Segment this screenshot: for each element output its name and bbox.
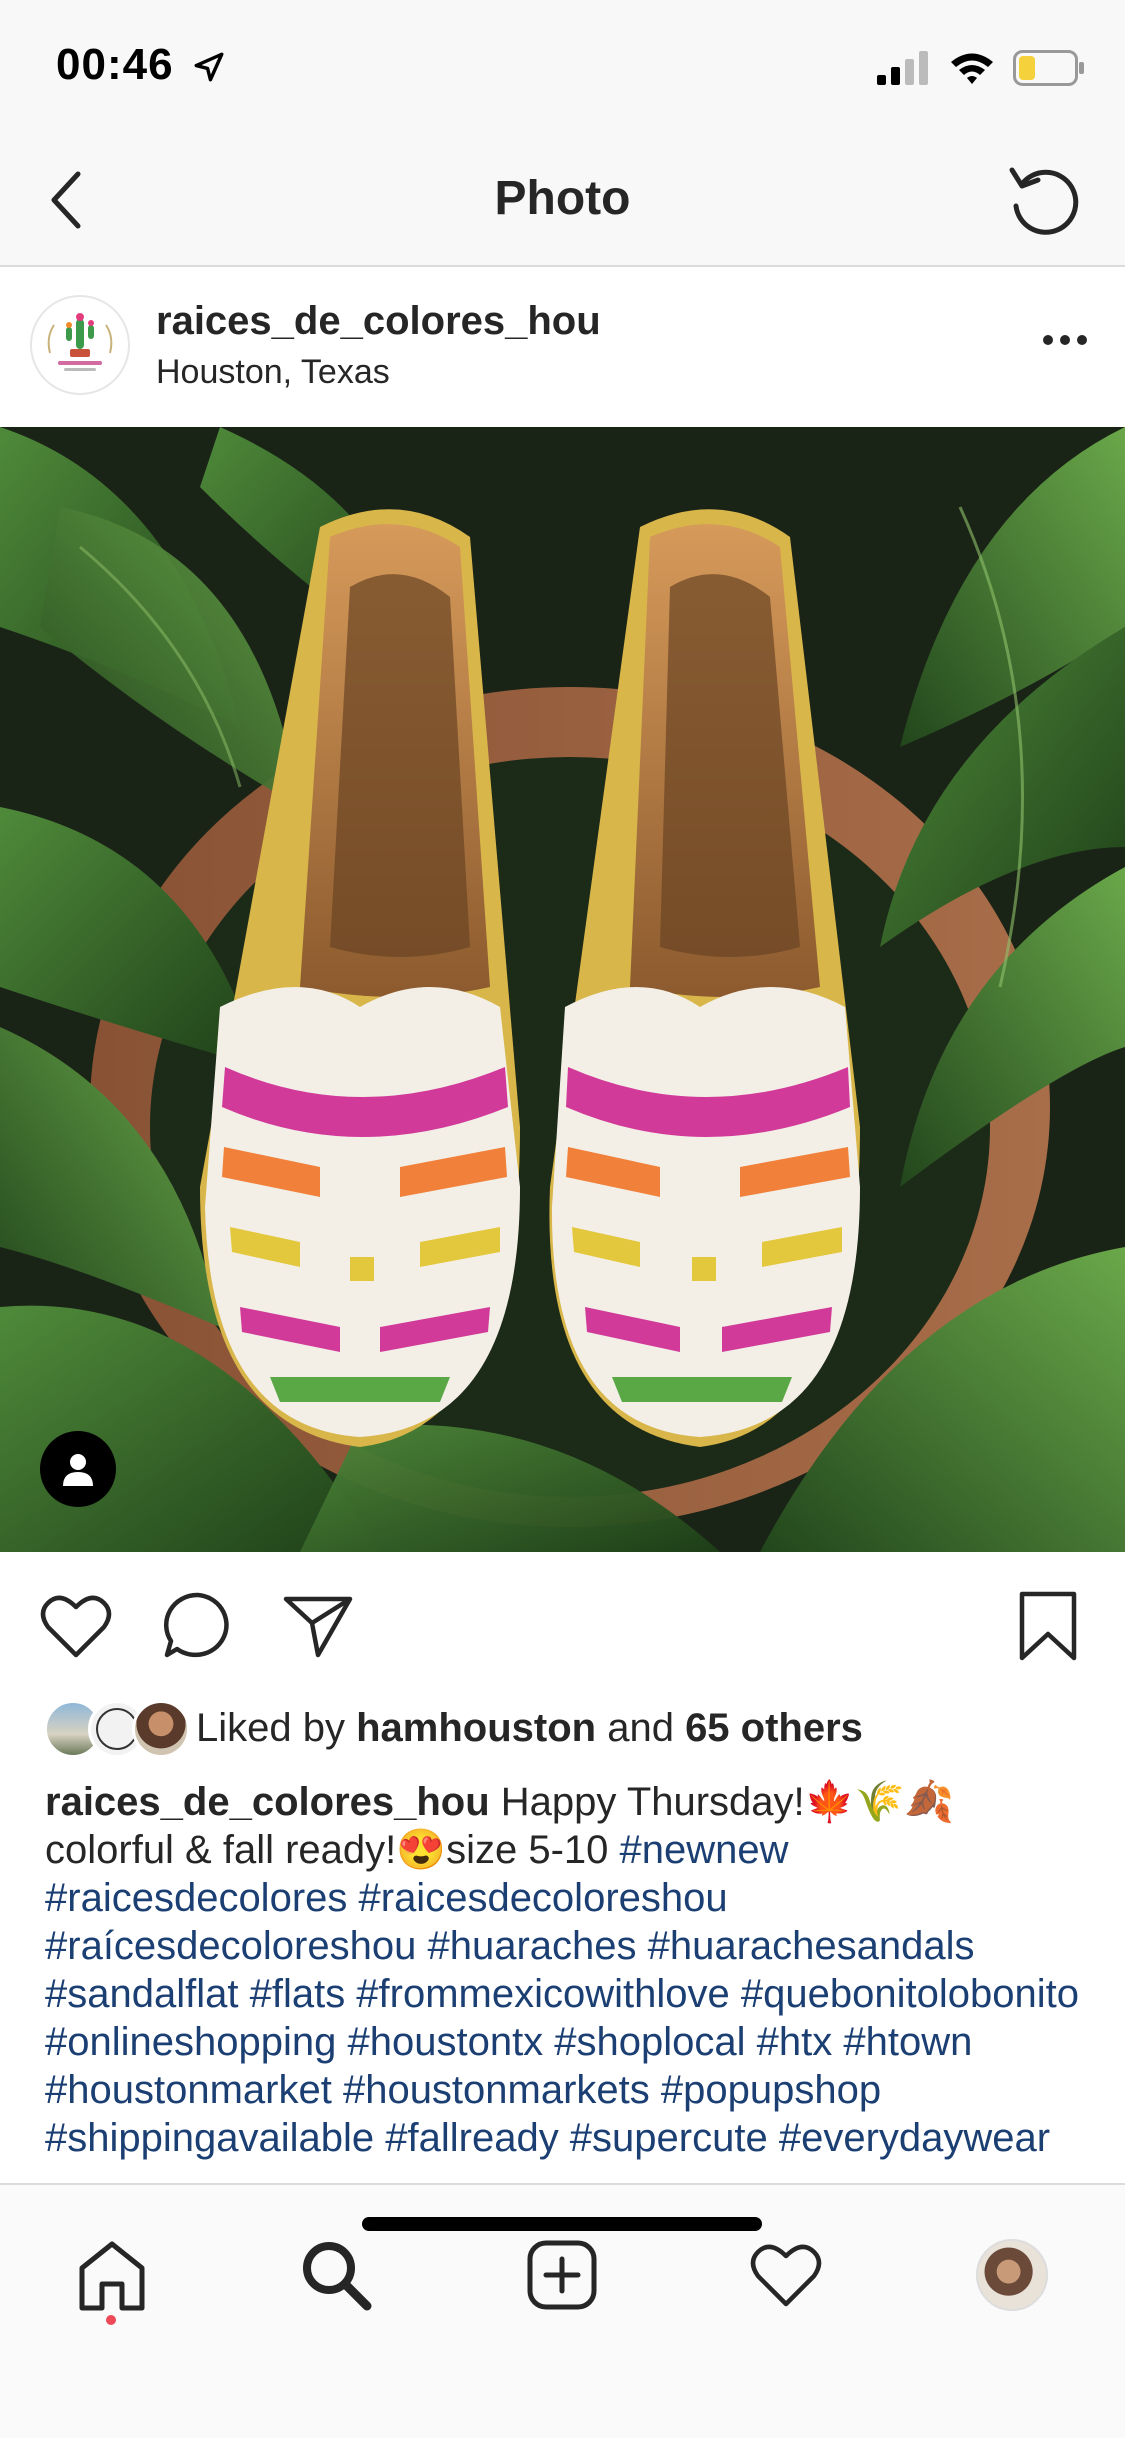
- cactus-logo-icon: [34, 299, 126, 391]
- post-actions: [0, 1552, 1125, 1692]
- home-icon: [79, 2241, 145, 2311]
- home-indicator: [362, 2217, 762, 2231]
- post-caption: raices_de_colores_hou Happy Thursday!🍁🌾🍂…: [45, 1778, 1085, 2183]
- comment-button[interactable]: [158, 1586, 238, 1666]
- save-button[interactable]: [1008, 1586, 1088, 1666]
- status-time: 00:46: [56, 40, 174, 89]
- likes-others-count[interactable]: 65 others: [685, 1706, 863, 1750]
- tab-activity[interactable]: [736, 2225, 836, 2325]
- likes-middle: and: [596, 1705, 686, 1750]
- more-options-button[interactable]: [1035, 315, 1095, 365]
- add-post-icon: [527, 2240, 597, 2310]
- account-avatar[interactable]: [30, 295, 130, 395]
- refresh-icon: [1009, 167, 1079, 235]
- likes-summary[interactable]: Liked by hamhouston and 65 others: [44, 1696, 863, 1760]
- person-icon: [63, 1454, 93, 1486]
- like-button[interactable]: [36, 1586, 116, 1666]
- heart-icon: [750, 2244, 822, 2307]
- liker-username[interactable]: hamhouston: [356, 1706, 596, 1750]
- home-notification-dot: [106, 2315, 116, 2325]
- signal-icon: [877, 51, 928, 85]
- share-button[interactable]: [278, 1586, 358, 1666]
- status-bar: 00:46: [0, 0, 1125, 135]
- tab-new-post[interactable]: [512, 2225, 612, 2325]
- comment-icon: [163, 1592, 229, 1658]
- profile-avatar: [976, 2239, 1048, 2311]
- heart-icon: [40, 1595, 112, 1658]
- battery-icon: [1013, 50, 1084, 86]
- nav-bar: Photo: [0, 135, 1125, 267]
- likes-prefix: Liked by: [196, 1705, 357, 1750]
- status-indicators: [877, 50, 1085, 86]
- post-header: raices_de_colores_hou Houston, Texas: [0, 267, 1125, 427]
- liker-avatars: [44, 1700, 190, 1758]
- wifi-icon: [951, 53, 993, 84]
- post-username[interactable]: raices_de_colores_hou: [156, 299, 601, 344]
- liker-avatar: [132, 1700, 190, 1758]
- tab-search[interactable]: [286, 2225, 386, 2325]
- refresh-button[interactable]: [1001, 157, 1087, 243]
- more-dots-icon: [1043, 335, 1087, 345]
- tab-profile[interactable]: [962, 2225, 1062, 2325]
- likes-text: Liked by hamhouston and 65 others: [196, 1706, 863, 1751]
- huarache-shoes-photo: [0, 427, 1125, 1552]
- send-icon: [283, 1596, 353, 1658]
- search-icon: [303, 2242, 372, 2311]
- caption-hashtags[interactable]: #newnew #raicesdecolores #raicesdecolore…: [45, 1828, 1079, 2160]
- caption-username[interactable]: raices_de_colores_hou: [45, 1780, 490, 1824]
- post-photo[interactable]: [0, 427, 1125, 1552]
- bookmark-icon: [1019, 1591, 1077, 1661]
- page-title: Photo: [494, 172, 631, 225]
- user-tag-button[interactable]: [40, 1431, 116, 1507]
- location-arrow-icon: [194, 52, 224, 82]
- tab-home[interactable]: [62, 2225, 162, 2325]
- post-location[interactable]: Houston, Texas: [156, 353, 390, 392]
